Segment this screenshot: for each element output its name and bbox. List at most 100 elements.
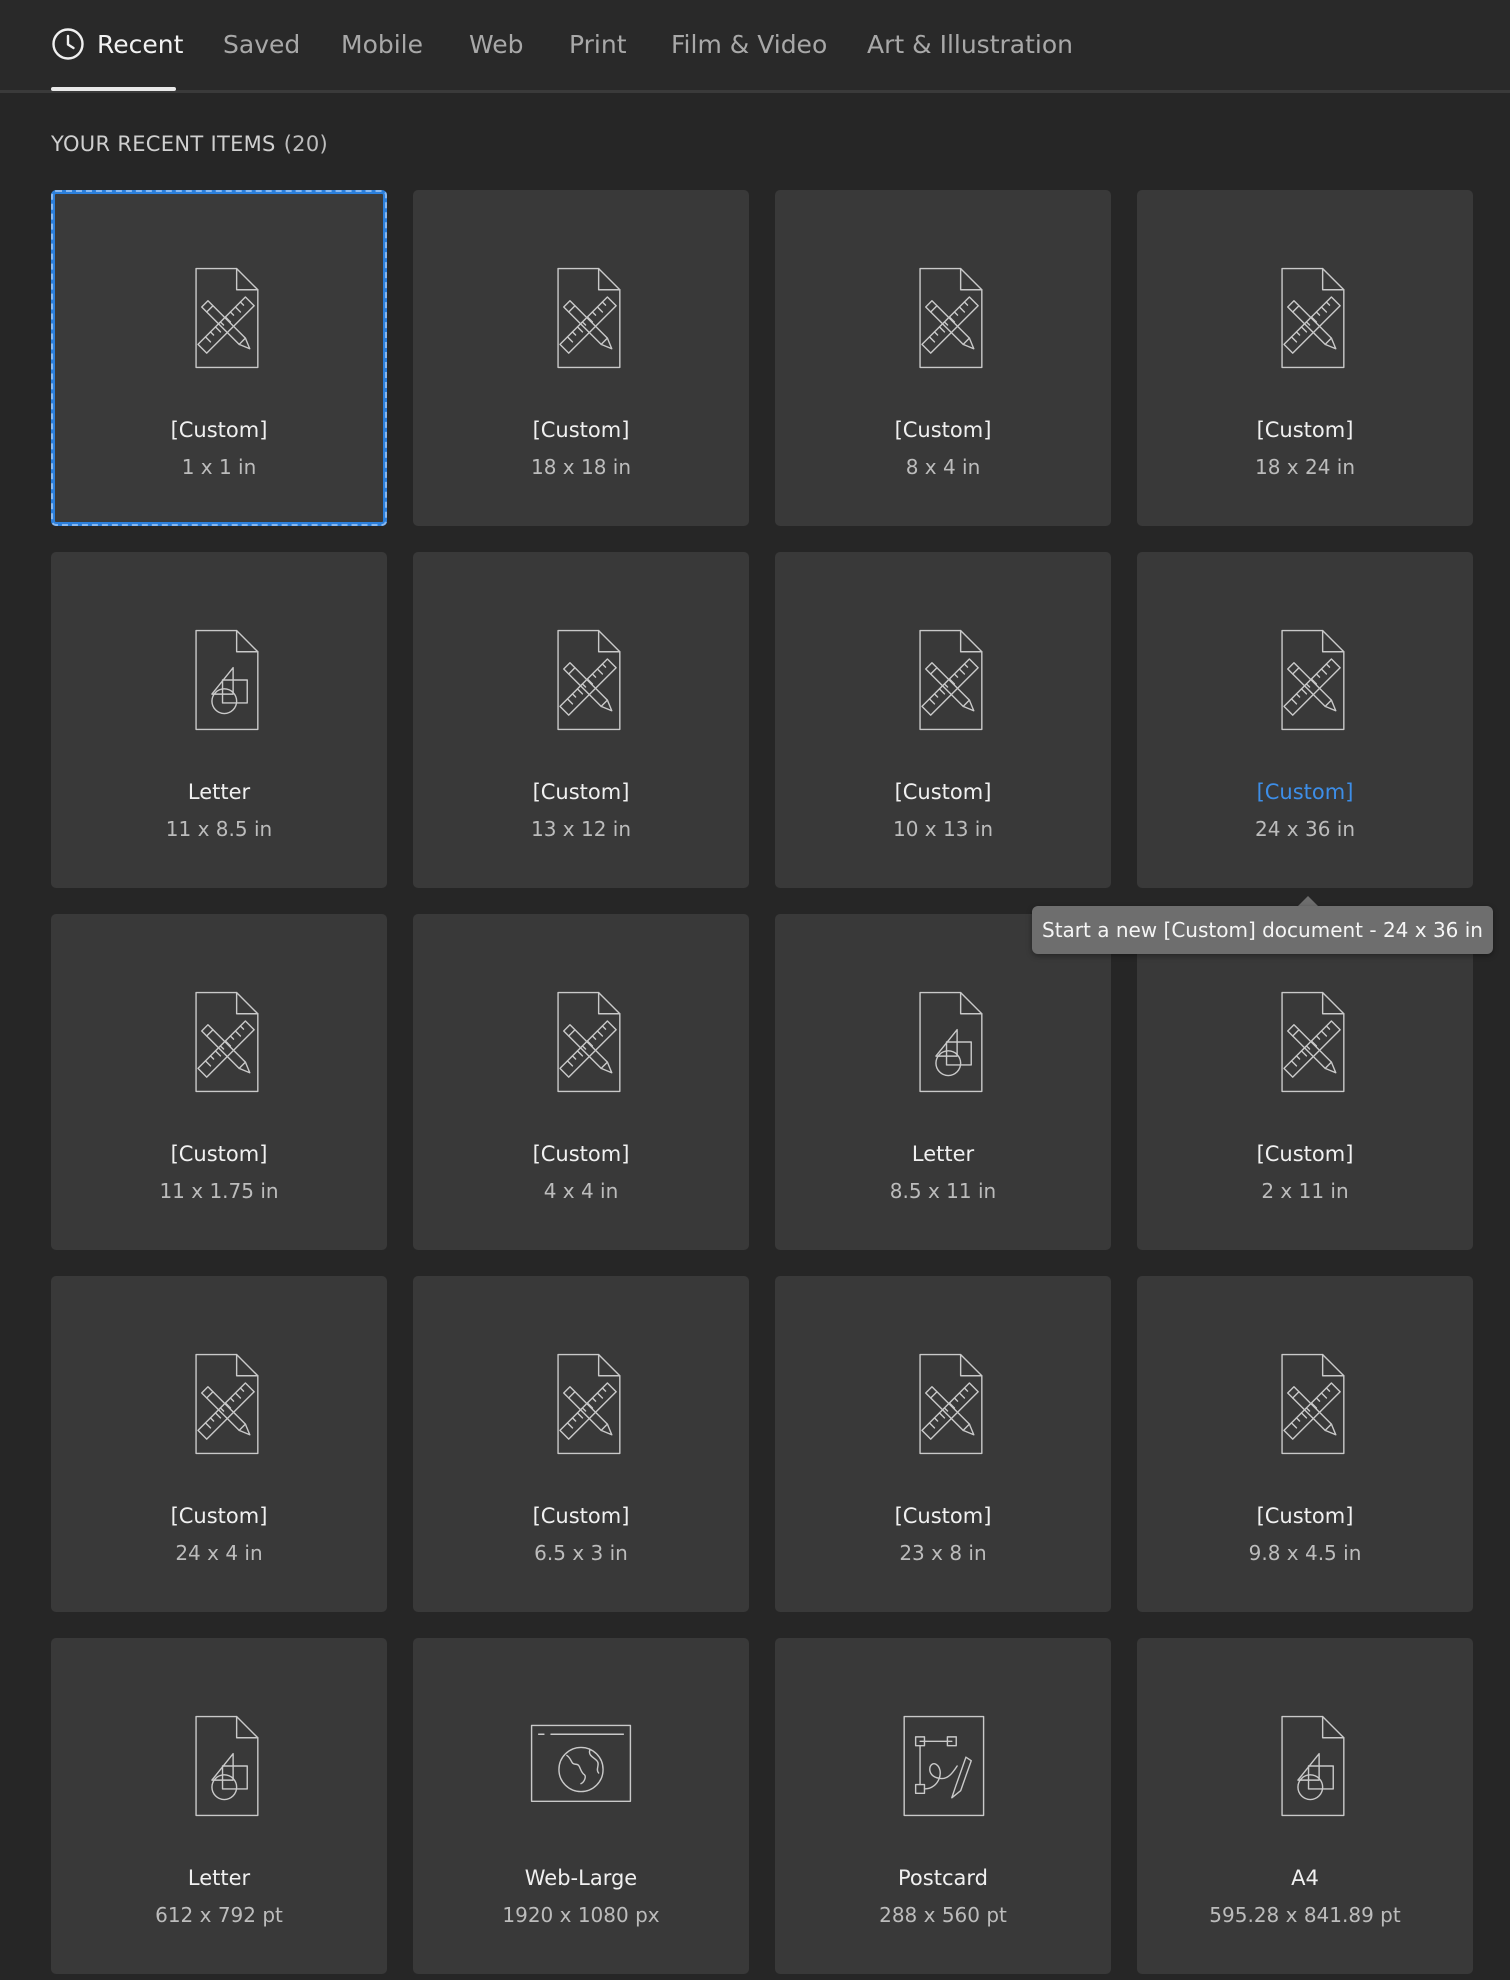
item-count: (20) <box>283 132 328 156</box>
custom-document-icon <box>557 991 621 1093</box>
web-globe-icon <box>530 1724 632 1802</box>
preset-name: [Custom] <box>1256 1142 1354 1166</box>
shapes-document-icon <box>195 1715 259 1817</box>
preset-name: Postcard <box>898 1866 988 1890</box>
preset-size: 23 x 8 in <box>899 1541 987 1565</box>
tab-label: Mobile <box>341 29 424 59</box>
preset-card[interactable]: [Custom] 18 x 24 in <box>1137 190 1473 526</box>
tab-bar: Recent Saved Mobile Web Print Film & Vid… <box>0 0 1510 93</box>
preset-name: [Custom] <box>1256 780 1354 804</box>
preset-size: 24 x 36 in <box>1254 817 1356 841</box>
preset-card[interactable]: [Custom] 8 x 4 in <box>775 190 1111 526</box>
preset-name: [Custom] <box>170 1504 268 1528</box>
postcard-icon <box>903 1715 985 1817</box>
tab-label: Web <box>469 29 524 59</box>
preset-size: 595.28 x 841.89 pt <box>1209 1903 1401 1927</box>
tab-label: Recent <box>97 29 184 59</box>
preset-size: 6.5 x 3 in <box>534 1541 628 1565</box>
custom-document-icon <box>919 267 983 369</box>
custom-document-icon <box>195 1353 259 1455</box>
preset-name: [Custom] <box>1256 418 1354 442</box>
preset-name: Letter <box>187 780 251 804</box>
preset-size: 288 x 560 pt <box>879 1903 1007 1927</box>
clock-icon <box>52 28 84 60</box>
preset-size: 8 x 4 in <box>905 455 981 479</box>
custom-document-icon <box>1281 991 1345 1093</box>
tab-recent[interactable]: Recent <box>51 24 183 64</box>
preset-card[interactable]: [Custom] 6.5 x 3 in <box>413 1276 749 1612</box>
tab-label: Saved <box>223 29 301 59</box>
custom-document-icon <box>557 1353 621 1455</box>
custom-document-icon <box>1281 629 1345 731</box>
tab-web[interactable]: Web <box>469 24 524 64</box>
preset-name: A4 <box>1291 1866 1319 1890</box>
preset-card[interactable]: Letter 11 x 8.5 in <box>51 552 387 888</box>
preset-card[interactable]: [Custom] 11 x 1.75 in <box>51 914 387 1250</box>
tab-saved[interactable]: Saved <box>223 24 300 64</box>
preset-size: 13 x 12 in <box>530 817 632 841</box>
custom-document-icon <box>195 991 259 1093</box>
preset-name: [Custom] <box>894 418 992 442</box>
preset-name: [Custom] <box>1256 1504 1354 1528</box>
section-header: YOUR RECENT ITEMS (20) <box>51 132 328 156</box>
preset-card[interactable]: [Custom] 1 x 1 in <box>51 190 387 526</box>
tooltip-text: Start a new [Custom] document - 24 x 36 … <box>1042 918 1483 942</box>
section-title: YOUR RECENT ITEMS <box>51 132 276 156</box>
preset-card[interactable]: [Custom] 2 x 11 in <box>1137 914 1473 1250</box>
tab-mobile[interactable]: Mobile <box>341 24 423 64</box>
tab-label: Art & Illustration <box>867 29 1073 59</box>
preset-name: [Custom] <box>532 780 630 804</box>
custom-document-icon <box>557 629 621 731</box>
custom-document-icon <box>919 629 983 731</box>
shapes-document-icon <box>919 991 983 1093</box>
preset-name: Letter <box>187 1866 251 1890</box>
preset-card[interactable]: Letter 8.5 x 11 in <box>775 914 1111 1250</box>
preset-card[interactable]: Letter 612 x 792 pt <box>51 1638 387 1974</box>
preset-name: [Custom] <box>532 1142 630 1166</box>
custom-document-icon <box>1281 1353 1345 1455</box>
preset-size: 1 x 1 in <box>181 455 257 479</box>
preset-card[interactable]: [Custom] 13 x 12 in <box>413 552 749 888</box>
preset-name: [Custom] <box>894 1504 992 1528</box>
preset-card[interactable]: [Custom] 10 x 13 in <box>775 552 1111 888</box>
preset-name: [Custom] <box>532 418 630 442</box>
custom-document-icon <box>919 1353 983 1455</box>
preset-card[interactable]: Web-Large 1920 x 1080 px <box>413 1638 749 1974</box>
preset-size: 24 x 4 in <box>175 1541 263 1565</box>
tab-label: Print <box>569 29 627 59</box>
preset-name: Letter <box>911 1142 975 1166</box>
recent-items-grid: [Custom] 1 x 1 in [Custom] 18 x 18 in [Custo… <box>51 190 1473 1974</box>
preset-card[interactable]: Postcard 288 x 560 pt <box>775 1638 1111 1974</box>
preset-name: Web-Large <box>524 1866 638 1890</box>
preset-size: 11 x 8.5 in <box>165 817 273 841</box>
preset-size: 4 x 4 in <box>543 1179 619 1203</box>
preset-name: [Custom] <box>170 418 268 442</box>
active-tab-indicator <box>51 87 176 91</box>
preset-size: 10 x 13 in <box>892 817 994 841</box>
preset-card[interactable]: [Custom] 24 x 36 in <box>1137 552 1473 888</box>
tab-film-video[interactable]: Film & Video <box>671 24 827 64</box>
preset-card[interactable]: [Custom] 9.8 x 4.5 in <box>1137 1276 1473 1612</box>
preset-name: [Custom] <box>170 1142 268 1166</box>
preset-card[interactable]: A4 595.28 x 841.89 pt <box>1137 1638 1473 1974</box>
preset-card[interactable]: [Custom] 18 x 18 in <box>413 190 749 526</box>
custom-document-icon <box>557 267 621 369</box>
preset-size: 8.5 x 11 in <box>889 1179 997 1203</box>
preset-name: [Custom] <box>894 780 992 804</box>
preset-size: 9.8 x 4.5 in <box>1248 1541 1362 1565</box>
custom-document-icon <box>195 267 259 369</box>
tooltip: Start a new [Custom] document - 24 x 36 … <box>1032 906 1493 954</box>
shapes-document-icon <box>195 629 259 731</box>
preset-size: 2 x 11 in <box>1261 1179 1349 1203</box>
preset-name: [Custom] <box>532 1504 630 1528</box>
preset-size: 11 x 1.75 in <box>159 1179 279 1203</box>
preset-card[interactable]: [Custom] 23 x 8 in <box>775 1276 1111 1612</box>
preset-size: 1920 x 1080 px <box>502 1903 660 1927</box>
shapes-document-icon <box>1281 1715 1345 1817</box>
preset-size: 18 x 24 in <box>1254 455 1356 479</box>
preset-card[interactable]: [Custom] 4 x 4 in <box>413 914 749 1250</box>
tab-print[interactable]: Print <box>569 24 627 64</box>
preset-card[interactable]: [Custom] 24 x 4 in <box>51 1276 387 1612</box>
preset-size: 612 x 792 pt <box>155 1903 283 1927</box>
tab-art-illustration[interactable]: Art & Illustration <box>867 24 1073 64</box>
